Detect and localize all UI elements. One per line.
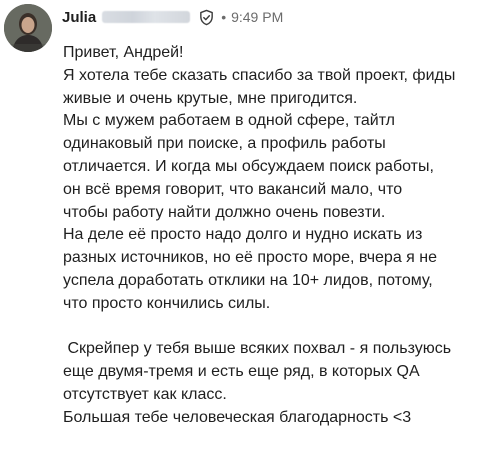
message-header: Julia • 9:49 PM	[62, 6, 283, 28]
message-line: разных источников, но её просто море, вч…	[63, 249, 438, 267]
sender-avatar[interactable]	[4, 4, 52, 52]
chat-message: Julia • 9:49 PM Привет, Андрей! Я хотела…	[0, 0, 490, 467]
message-line: что просто кончились силы.	[63, 294, 271, 312]
verified-shield-icon[interactable]	[198, 9, 215, 26]
message-timestamp: 9:49 PM	[231, 9, 284, 25]
sender-name[interactable]: Julia	[62, 9, 96, 26]
message-line: Я хотела тебе сказать спасибо за твой пр…	[63, 66, 456, 84]
message-line: Привет, Андрей!	[63, 44, 184, 61]
message-line: отличается. И когда мы обсуждаем поиск р…	[63, 157, 434, 175]
message-line: Мы с мужем работаем в одной сфере, тайтл	[63, 112, 396, 130]
message-line: На деле её просто надо долго и нудно иск…	[63, 226, 423, 244]
message-line: Скрейпер у тебя выше всяких похвал - я п…	[63, 340, 452, 358]
sender-surname-redacted	[102, 11, 191, 23]
avatar-photo	[4, 4, 52, 52]
message-line: успела доработать отклики на 10+ лидов, …	[63, 271, 433, 289]
message-line: Большая тебе человеческая благодарность …	[63, 408, 412, 426]
message-line: живые и очень крутые, мне пригодится.	[63, 89, 358, 107]
message-line: одинаковый при поиске, а профиль работы	[63, 135, 386, 153]
message-line: он всё время говорит, что вакансий мало,…	[63, 180, 403, 198]
message-line: еще двумя-тремя и есть еще ряд, в которы…	[63, 363, 420, 381]
header-separator: •	[221, 9, 227, 25]
message-body: Привет, Андрей! Я хотела тебе сказать сп…	[63, 42, 487, 430]
message-line: отсутствует как класс.	[63, 385, 227, 403]
message-line: чтобы работу найти должно очень повезти.	[63, 203, 386, 221]
